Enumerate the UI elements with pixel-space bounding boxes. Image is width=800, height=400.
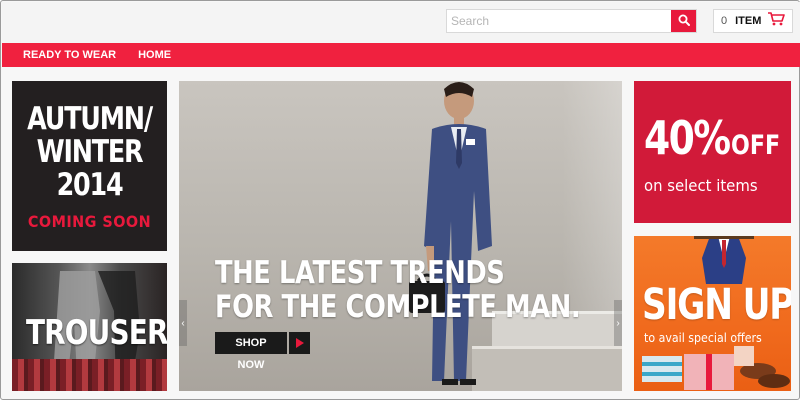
- search-box: [446, 9, 697, 33]
- signup-banner[interactable]: SIGN UP to avail special offers: [634, 236, 791, 391]
- hero-headline-line: THE LATEST TRENDS: [215, 255, 505, 291]
- autumn-title-line: AUTUMN/: [27, 101, 153, 137]
- offer-percent: 40%: [644, 111, 731, 165]
- nav-item-ready-to-wear[interactable]: READY TO WEAR: [23, 49, 116, 61]
- cart-icon: [767, 11, 786, 31]
- hero-headline-line: FOR THE COMPLETE MAN.: [215, 289, 581, 325]
- trousers-banner[interactable]: TROUSERS: [12, 263, 167, 391]
- shop-now-button[interactable]: SHOP NOW: [215, 332, 310, 371]
- page-frame: 0 ITEM READY TO WEAR HOME AUTUMN/ WINTER…: [0, 0, 800, 400]
- autumn-winter-title: AUTUMN/ WINTER 2014: [26, 103, 153, 202]
- model-figure: [409, 82, 492, 385]
- search-input[interactable]: [447, 10, 673, 32]
- hero-banner[interactable]: ‹ › THE LATEST TRENDS FOR THE COMPLETE M…: [179, 81, 622, 391]
- offer-subtitle: on select items: [644, 176, 758, 195]
- signup-title: SIGN UP: [642, 280, 791, 330]
- nav-item-home[interactable]: HOME: [138, 49, 171, 61]
- signup-subtitle: to avail special offers: [644, 331, 762, 345]
- play-icon: [289, 332, 310, 354]
- cart-label: ITEM: [735, 15, 762, 27]
- offer-headline: 40%OFF: [644, 111, 780, 165]
- chevron-right-icon: ›: [616, 317, 620, 329]
- cart-count: 0: [721, 15, 728, 27]
- offer-banner[interactable]: 40%OFF on select items: [634, 81, 791, 223]
- search-button[interactable]: [671, 10, 696, 32]
- search-icon: [678, 14, 690, 29]
- chevron-left-icon: ‹: [181, 317, 185, 329]
- top-bar: 0 ITEM: [2, 2, 800, 43]
- rug-stripes: [12, 359, 167, 391]
- autumn-title-line: WINTER: [36, 134, 144, 170]
- next-slide-button[interactable]: ›: [614, 300, 622, 346]
- shop-now-label: SHOP NOW: [215, 332, 287, 371]
- coming-soon-text: COMING SOON: [27, 212, 152, 231]
- hero-headline: THE LATEST TRENDS FOR THE COMPLETE MAN.: [215, 255, 581, 325]
- cart-button[interactable]: 0 ITEM: [713, 9, 793, 33]
- autumn-winter-banner[interactable]: AUTUMN/ WINTER 2014 COMING SOON: [12, 81, 167, 251]
- autumn-title-line: 2014: [56, 167, 124, 203]
- prev-slide-button[interactable]: ‹: [179, 300, 187, 346]
- main-nav: READY TO WEAR HOME: [2, 43, 800, 67]
- trousers-label: TROUSERS: [25, 313, 167, 353]
- offer-off: OFF: [731, 130, 781, 161]
